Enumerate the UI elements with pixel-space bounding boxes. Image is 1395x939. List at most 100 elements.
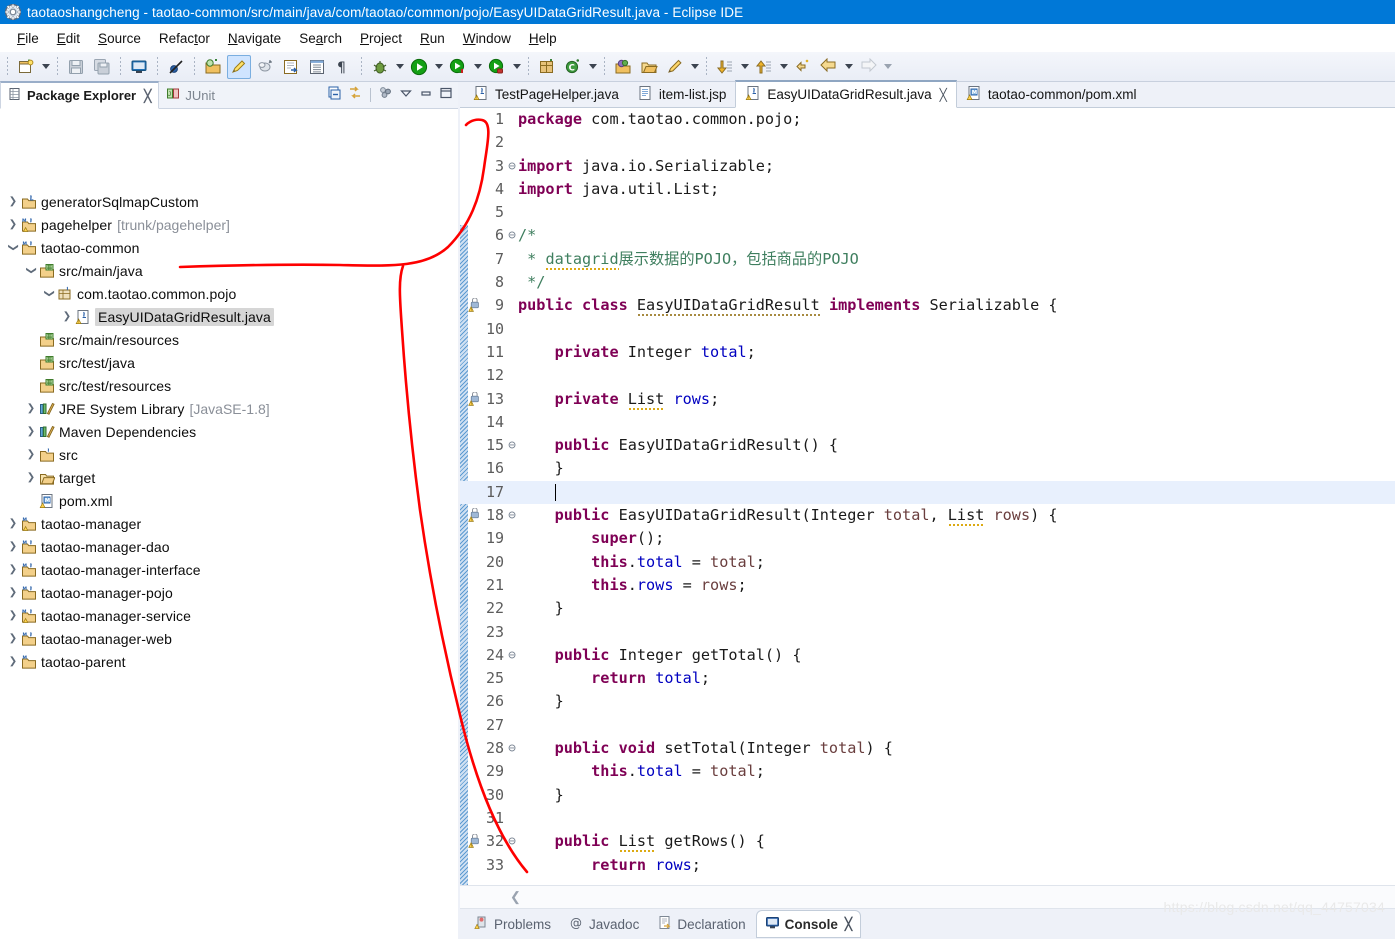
view-menu-icon[interactable] bbox=[378, 85, 394, 104]
tab-package-explorer[interactable]: Package Explorer ╳ bbox=[0, 81, 160, 109]
run-icon[interactable] bbox=[407, 55, 431, 79]
next-annotation-icon[interactable] bbox=[713, 55, 737, 79]
menu-help[interactable]: Help bbox=[520, 28, 566, 49]
tree-item[interactable]: ❯ Mtaotao-manager bbox=[0, 512, 460, 535]
link-editor-icon[interactable] bbox=[253, 55, 277, 79]
debug-dropdown-arrow[interactable] bbox=[393, 55, 406, 79]
chevron-right-icon[interactable]: ❯ bbox=[24, 443, 38, 466]
chevron-right-icon[interactable]: ❯ bbox=[24, 466, 38, 489]
tree-item[interactable]: src/test/java bbox=[0, 351, 460, 374]
back-dropdown-arrow[interactable] bbox=[842, 55, 855, 79]
project-tree[interactable]: ❯ generatorSqlmapCustom ❯ Mpagehelper [trunk… bbox=[0, 190, 460, 939]
menu-edit[interactable]: Edit bbox=[48, 28, 89, 49]
menu-window[interactable]: Window bbox=[454, 28, 520, 49]
chevron-right-icon[interactable]: ❯ bbox=[60, 305, 74, 328]
tree-item[interactable]: ❯ src/main/java bbox=[0, 259, 460, 282]
highlight-pen-icon[interactable] bbox=[227, 54, 251, 79]
tree-item[interactable]: Mpom.xml bbox=[0, 489, 460, 512]
tree-item[interactable]: src/main/resources bbox=[0, 328, 460, 351]
tree-item[interactable]: ❯ Mtaotao-common bbox=[0, 236, 460, 259]
debug-icon[interactable] bbox=[368, 55, 392, 79]
bottom-tab[interactable]: Problems bbox=[466, 911, 559, 937]
menu-source[interactable]: Source bbox=[89, 28, 150, 49]
fold-collapse-icon[interactable]: ⊖ bbox=[506, 434, 518, 457]
chevron-right-icon[interactable]: ❯ bbox=[6, 558, 20, 581]
chevron-down-icon[interactable]: ❯ bbox=[20, 264, 43, 278]
new-package-icon[interactable] bbox=[535, 55, 559, 79]
new-dropdown-arrow[interactable] bbox=[39, 55, 52, 79]
chevron-right-icon[interactable]: ❯ bbox=[6, 213, 20, 236]
prev-annotation-arrow[interactable] bbox=[777, 55, 790, 79]
close-icon[interactable]: ╳ bbox=[940, 88, 947, 102]
chevron-down-icon[interactable]: ❯ bbox=[2, 241, 25, 255]
menu-navigate[interactable]: Navigate bbox=[219, 28, 290, 49]
prev-annotation-icon[interactable] bbox=[752, 55, 776, 79]
tree-item[interactable]: ❯ Mtaotao-manager-dao bbox=[0, 535, 460, 558]
chevron-down-icon[interactable] bbox=[398, 85, 414, 104]
tree-item[interactable]: ❯ Mpagehelper [trunk/pagehelper] bbox=[0, 213, 460, 236]
menu-refactor[interactable]: Refactor bbox=[150, 28, 219, 49]
tree-item[interactable]: ❯ Mtaotao-manager-web bbox=[0, 627, 460, 650]
open-declaration-icon[interactable] bbox=[663, 55, 687, 79]
tree-item[interactable]: ❯ com.taotao.common.pojo bbox=[0, 282, 460, 305]
external-dropdown-arrow[interactable] bbox=[510, 55, 523, 79]
link-with-editor-icon[interactable] bbox=[347, 85, 363, 104]
tab-junit[interactable]: J JUnit bbox=[159, 83, 222, 108]
fold-collapse-icon[interactable]: ⊖ bbox=[506, 737, 518, 760]
code-editor[interactable]: !!!! 1 package com.taotao.common.pojo; 2 3 ⊖… bbox=[460, 108, 1395, 887]
print-screen-icon[interactable] bbox=[127, 55, 151, 79]
menu-run[interactable]: Run bbox=[411, 28, 454, 49]
fold-collapse-icon[interactable]: ⊖ bbox=[506, 504, 518, 527]
menu-file[interactable]: File bbox=[8, 28, 48, 49]
chevron-right-icon[interactable]: ❯ bbox=[24, 397, 38, 420]
tree-item[interactable]: ❯ target bbox=[0, 466, 460, 489]
close-icon[interactable]: ╳ bbox=[144, 89, 151, 103]
back-history-icon[interactable] bbox=[791, 55, 815, 79]
fold-collapse-icon[interactable]: ⊖ bbox=[506, 155, 518, 178]
coverage-dropdown-arrow[interactable] bbox=[471, 55, 484, 79]
fold-collapse-icon[interactable]: ⊖ bbox=[506, 644, 518, 667]
menu-project[interactable]: Project bbox=[351, 28, 411, 49]
new-java-project-icon[interactable] bbox=[201, 55, 225, 79]
next-annotation-arrow[interactable] bbox=[738, 55, 751, 79]
new-class-icon[interactable]: C bbox=[561, 55, 585, 79]
chevron-right-icon[interactable]: ❯ bbox=[6, 604, 20, 627]
chevron-right-icon[interactable]: ❯ bbox=[6, 581, 20, 604]
maximize-icon[interactable] bbox=[438, 85, 454, 104]
new-class-dropdown-arrow[interactable] bbox=[586, 55, 599, 79]
open-task-icon[interactable] bbox=[279, 55, 303, 79]
save-icon[interactable] bbox=[64, 55, 88, 79]
chevron-right-icon[interactable]: ❯ bbox=[6, 512, 20, 535]
coverage-icon[interactable] bbox=[446, 55, 470, 79]
bottom-tab[interactable]: Declaration bbox=[649, 911, 753, 937]
open-type-icon[interactable] bbox=[305, 55, 329, 79]
editor-tab[interactable]: ! TestPageHelper.java bbox=[464, 82, 628, 107]
menu-search[interactable]: Search bbox=[290, 28, 351, 49]
fold-collapse-icon[interactable]: ⊖ bbox=[506, 224, 518, 247]
open-declaration-arrow[interactable] bbox=[688, 55, 701, 79]
new-wizard-icon[interactable] bbox=[14, 55, 38, 79]
save-all-icon[interactable] bbox=[90, 55, 114, 79]
editor-tab[interactable]: Mtaotao-common/pom.xml bbox=[957, 82, 1146, 107]
open-search-icon[interactable] bbox=[611, 55, 635, 79]
chevron-right-icon[interactable]: ❯ bbox=[6, 650, 20, 673]
bottom-tab[interactable]: @ Javadoc bbox=[561, 911, 647, 937]
forward-dropdown-arrow[interactable] bbox=[881, 55, 894, 79]
editor-tab[interactable]: ! EasyUIDataGridResult.java ╳ bbox=[735, 80, 957, 108]
skip-breakpoints-icon[interactable] bbox=[164, 55, 188, 79]
tree-item[interactable]: ❯ Maven Dependencies bbox=[0, 420, 460, 443]
fold-collapse-icon[interactable]: ⊖ bbox=[506, 830, 518, 853]
open-folder-icon[interactable] bbox=[637, 55, 661, 79]
collapse-all-icon[interactable] bbox=[327, 85, 343, 104]
chevron-right-icon[interactable]: ❯ bbox=[6, 535, 20, 558]
back-arrow-icon[interactable] bbox=[817, 55, 841, 79]
horizontal-scrollbar[interactable]: ❮ bbox=[460, 885, 1395, 909]
tree-item[interactable]: ❯ src bbox=[0, 443, 460, 466]
chevron-right-icon[interactable]: ❯ bbox=[6, 190, 20, 213]
minimize-icon[interactable] bbox=[418, 85, 434, 104]
tree-item[interactable]: ❯! EasyUIDataGridResult.java bbox=[0, 305, 460, 328]
run-dropdown-arrow[interactable] bbox=[432, 55, 445, 79]
scroll-left-icon[interactable]: ❮ bbox=[510, 889, 521, 905]
tree-item[interactable]: ❯ generatorSqlmapCustom bbox=[0, 190, 460, 213]
chevron-right-icon[interactable]: ❯ bbox=[24, 420, 38, 443]
